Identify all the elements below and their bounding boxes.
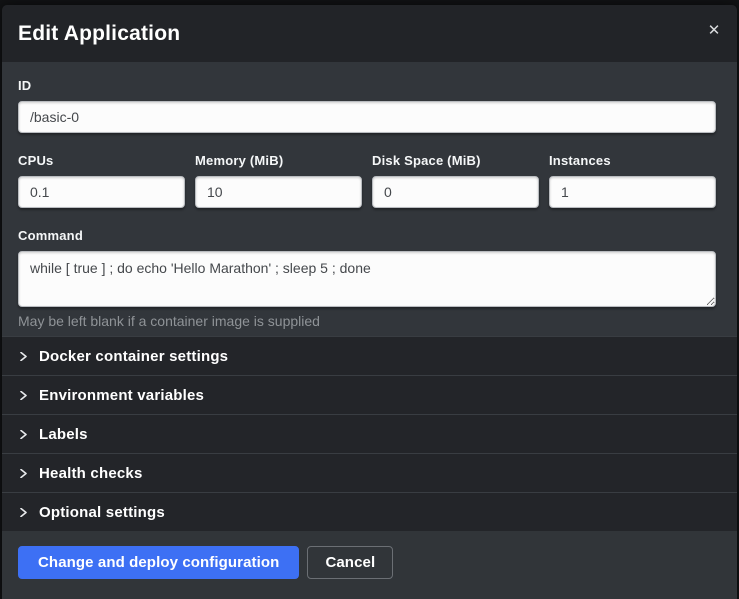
resources-row: CPUs Memory (MiB) Disk Space (MiB) Insta… xyxy=(18,153,716,208)
id-field-group: ID xyxy=(18,78,716,133)
chevron-right-icon xyxy=(19,469,28,478)
command-help-text: May be left blank if a container image i… xyxy=(18,313,716,329)
section-label: Environment variables xyxy=(39,387,204,404)
chevron-right-icon xyxy=(19,430,28,439)
modal-body: ID CPUs Memory (MiB) Disk Space (MiB) In xyxy=(2,62,737,336)
section-optional-settings[interactable]: Optional settings xyxy=(2,492,737,531)
modal-title: Edit Application xyxy=(18,22,180,46)
instances-label: Instances xyxy=(549,153,716,168)
modal-header: Edit Application ✕ xyxy=(2,5,737,62)
section-label: Health checks xyxy=(39,465,142,482)
disk-label: Disk Space (MiB) xyxy=(372,153,539,168)
command-label: Command xyxy=(18,228,716,243)
change-and-deploy-button[interactable]: Change and deploy configuration xyxy=(18,546,299,579)
section-environment-variables[interactable]: Environment variables xyxy=(2,375,737,414)
disk-input[interactable] xyxy=(372,176,539,208)
close-icon[interactable]: ✕ xyxy=(703,19,725,41)
section-label: Labels xyxy=(39,426,88,443)
page-backdrop: Edit Application ✕ ID CPUs Memory (MiB) … xyxy=(0,0,739,599)
memory-field-group: Memory (MiB) xyxy=(195,153,362,208)
section-docker-container-settings[interactable]: Docker container settings xyxy=(2,336,737,375)
section-label: Docker container settings xyxy=(39,348,228,365)
chevron-right-icon xyxy=(19,391,28,400)
instances-field-group: Instances xyxy=(549,153,716,208)
id-label: ID xyxy=(18,78,716,93)
section-health-checks[interactable]: Health checks xyxy=(2,453,737,492)
edit-application-modal: Edit Application ✕ ID CPUs Memory (MiB) … xyxy=(2,5,737,599)
memory-label: Memory (MiB) xyxy=(195,153,362,168)
chevron-right-icon xyxy=(19,508,28,517)
cancel-button[interactable]: Cancel xyxy=(307,546,393,579)
cpus-input[interactable] xyxy=(18,176,185,208)
cpus-field-group: CPUs xyxy=(18,153,185,208)
disk-field-group: Disk Space (MiB) xyxy=(372,153,539,208)
id-input[interactable] xyxy=(18,101,716,133)
modal-footer: Change and deploy configuration Cancel xyxy=(2,531,737,599)
cpus-label: CPUs xyxy=(18,153,185,168)
memory-input[interactable] xyxy=(195,176,362,208)
instances-input[interactable] xyxy=(549,176,716,208)
chevron-right-icon xyxy=(19,352,28,361)
section-label: Optional settings xyxy=(39,504,165,521)
command-textarea[interactable]: while [ true ] ; do echo 'Hello Marathon… xyxy=(18,251,716,307)
collapsible-sections: Docker container settings Environment va… xyxy=(2,336,737,531)
section-labels[interactable]: Labels xyxy=(2,414,737,453)
command-field-group: Command while [ true ] ; do echo 'Hello … xyxy=(18,228,716,329)
